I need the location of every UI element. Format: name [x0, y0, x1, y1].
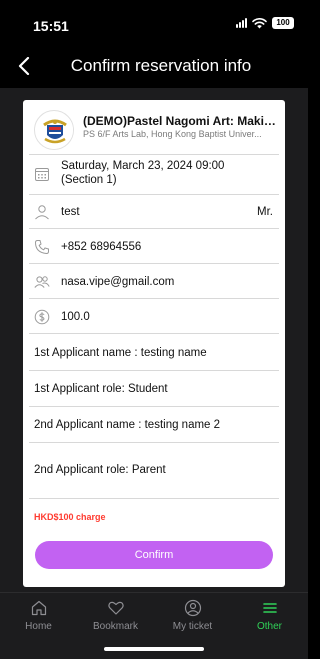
status-bar: 15:51 100: [0, 0, 308, 44]
email-row: nasa.vipe@gmail.com: [29, 264, 279, 299]
price-row: 100.0: [29, 299, 279, 334]
battery-icon: 100: [272, 17, 294, 29]
home-icon: [31, 600, 46, 616]
content-area: (DEMO)Pastel Nagomi Art: Making... PS 6/…: [0, 88, 308, 592]
user-circle-icon: [184, 599, 201, 617]
menu-icon: [262, 603, 277, 613]
tab-label: Other: [256, 621, 282, 632]
applicant-info: 2nd Applicant role: Parent: [34, 464, 166, 476]
applicant-row: 1st Applicant name : testing name: [29, 334, 279, 371]
tab-bar: Home Bookmark My ticket Other: [0, 592, 308, 659]
tab-label: Bookmark: [92, 621, 138, 632]
person-icon: [35, 205, 49, 220]
reservation-date: Saturday, March 23, 2024 09:00: [61, 160, 225, 172]
applicant-row: 2nd Applicant role: Parent: [29, 443, 279, 499]
applicant-info: 2nd Applicant name : testing name 2: [34, 419, 221, 431]
tab-home[interactable]: Home: [0, 599, 77, 632]
tab-label: My ticket: [172, 621, 213, 632]
price-value: 100.0: [61, 311, 90, 323]
phone-row: +852 68964556: [29, 229, 279, 264]
signal-icon: [236, 18, 247, 28]
email-address: nasa.vipe@gmail.com: [61, 276, 175, 288]
phone-number: +852 68964556: [61, 241, 142, 253]
wifi-icon: [252, 17, 267, 28]
name-row: test Mr.: [29, 195, 279, 229]
nav-bar: Confirm reservation info: [0, 44, 308, 88]
date-row: Saturday, March 23, 2024 09:00 (Section …: [29, 155, 279, 195]
tab-my-ticket[interactable]: My ticket: [154, 599, 231, 632]
applicant-row: 1st Applicant role: Student: [29, 371, 279, 407]
home-indicator: [104, 647, 204, 651]
applicant-row: 2nd Applicant name : testing name 2: [29, 407, 279, 443]
applicant-info: 1st Applicant name : testing name: [34, 347, 207, 359]
tab-label: Home: [25, 621, 52, 632]
heart-icon: [107, 601, 124, 615]
event-title: (DEMO)Pastel Nagomi Art: Making...: [83, 114, 279, 128]
applicant-name: test: [61, 206, 80, 218]
reservation-section: (Section 1): [61, 174, 117, 186]
page-title: Confirm reservation info: [70, 56, 252, 75]
tab-other[interactable]: Other: [231, 599, 308, 632]
applicant-title: Mr.: [257, 206, 273, 218]
reservation-card: (DEMO)Pastel Nagomi Art: Making... PS 6/…: [23, 100, 285, 587]
status-time: 15:51: [33, 18, 69, 34]
confirm-button[interactable]: Confirm: [35, 541, 273, 569]
phone-icon: [34, 240, 49, 255]
event-venue: PS 6/F Arts Lab, Hong Kong Baptist Unive…: [83, 129, 262, 139]
charge-notice: HKD$100 charge: [34, 512, 106, 522]
tab-bookmark[interactable]: Bookmark: [77, 599, 154, 632]
event-header: (DEMO)Pastel Nagomi Art: Making... PS 6/…: [29, 100, 279, 155]
applicant-info: 1st Applicant role: Student: [34, 383, 168, 395]
status-icons: 100: [236, 17, 294, 29]
event-logo: [34, 110, 74, 150]
contacts-icon: [34, 276, 50, 288]
dollar-icon: [34, 309, 50, 325]
calendar-icon: [35, 168, 49, 181]
